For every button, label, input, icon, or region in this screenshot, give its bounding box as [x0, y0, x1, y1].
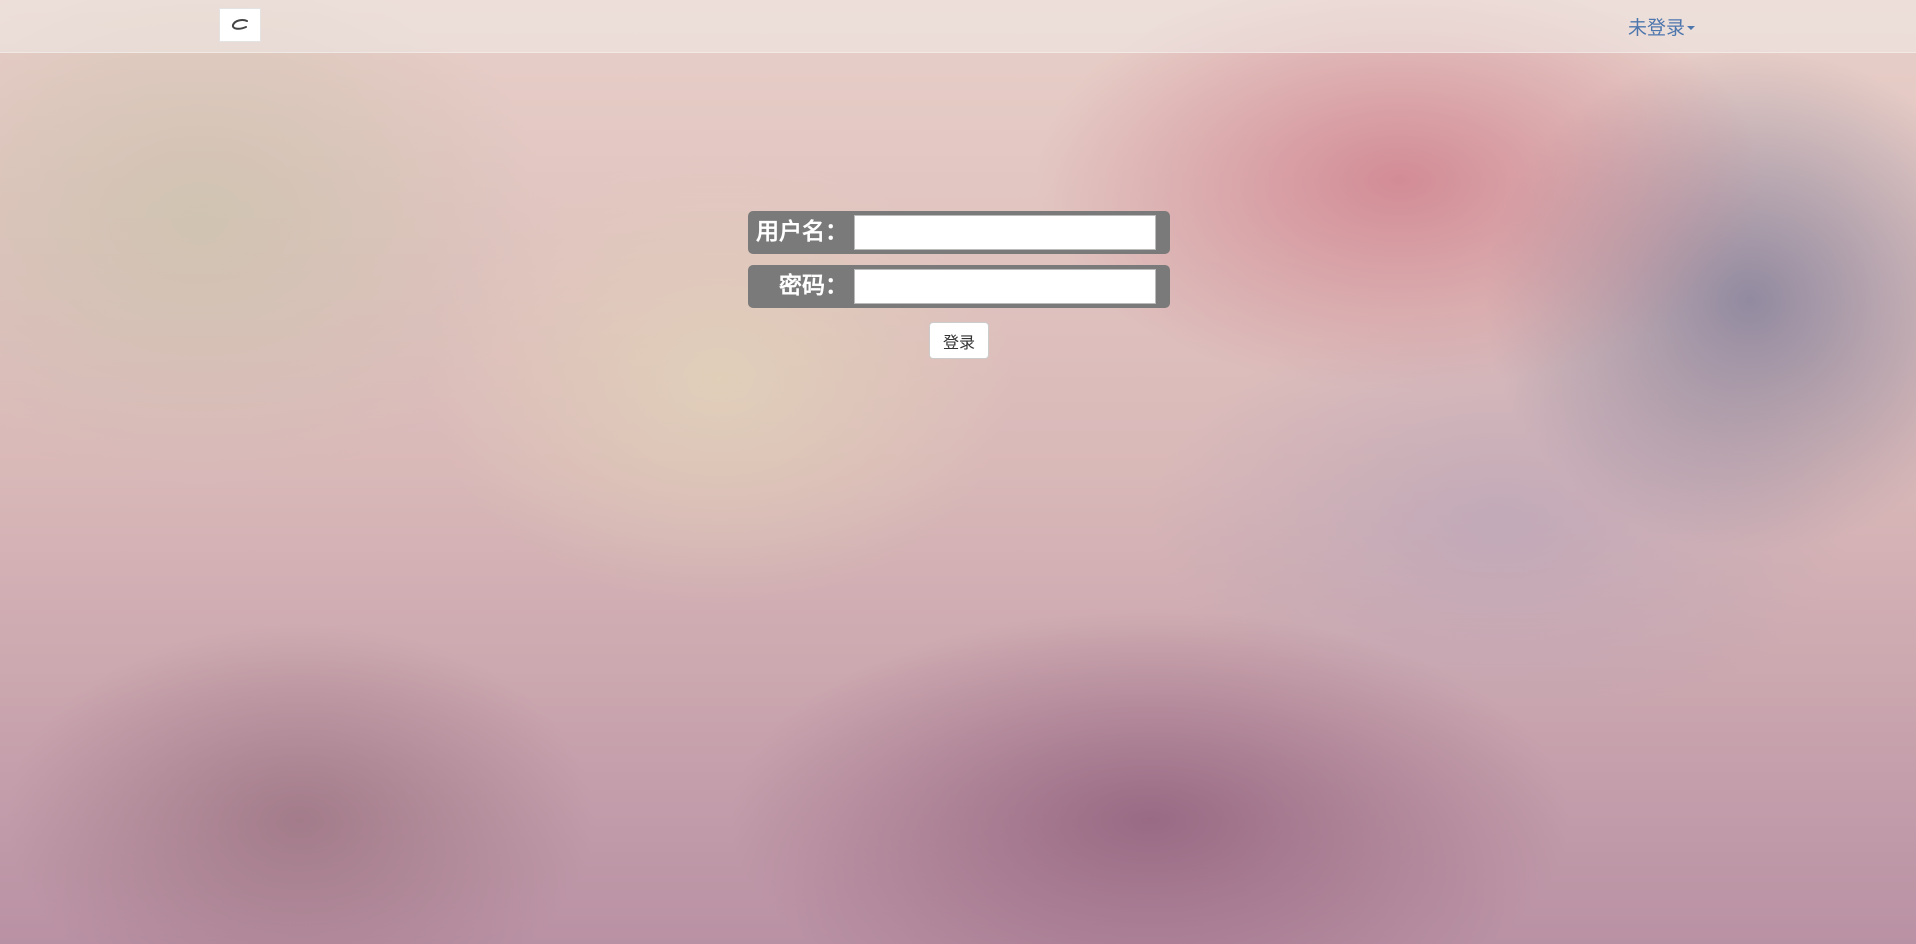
brand-logo-icon	[231, 19, 248, 30]
username-row: 用户名：	[748, 211, 1170, 254]
user-menu-label: 未登录	[1628, 16, 1686, 39]
login-button[interactable]: 登录	[929, 322, 989, 359]
user-menu-dropdown[interactable]: 未登录	[1628, 13, 1696, 39]
password-label: 密码：	[779, 273, 848, 299]
top-navbar: 未登录	[0, 0, 1916, 53]
caret-down-icon	[1687, 25, 1696, 30]
username-label: 用户名：	[756, 219, 848, 245]
username-input[interactable]	[854, 215, 1156, 250]
password-input[interactable]	[854, 269, 1156, 304]
password-row: 密码：	[748, 265, 1170, 308]
brand-logo[interactable]	[219, 8, 261, 42]
